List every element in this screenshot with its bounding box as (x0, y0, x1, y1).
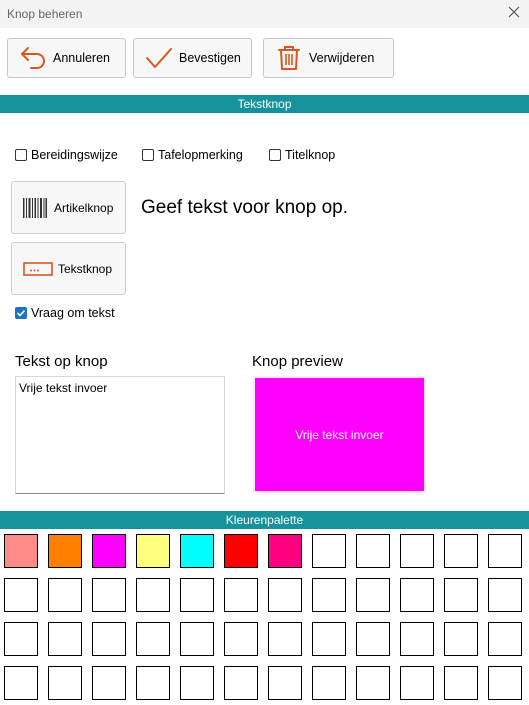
text-button-section-header: Tekstknop (0, 95, 529, 113)
title-button-label: Titelknop (285, 148, 336, 162)
title-button-checkbox-box[interactable] (269, 149, 281, 161)
color-swatch[interactable] (312, 578, 346, 612)
color-swatch[interactable] (312, 666, 346, 700)
color-swatch[interactable] (356, 578, 390, 612)
ask-text-label: Vraag om tekst (31, 306, 115, 320)
color-swatch[interactable] (4, 578, 38, 612)
color-swatch[interactable] (488, 534, 522, 568)
color-swatch[interactable] (48, 666, 82, 700)
preparation-checkbox-box[interactable] (15, 149, 27, 161)
color-swatch[interactable] (400, 666, 434, 700)
cancel-button[interactable]: Annuleren (7, 38, 126, 78)
color-swatch[interactable] (400, 534, 434, 568)
color-swatch[interactable] (268, 622, 302, 656)
cancel-label: Annuleren (53, 51, 110, 65)
color-swatch[interactable] (180, 622, 214, 656)
color-swatch[interactable] (224, 534, 258, 568)
color-swatch[interactable] (48, 578, 82, 612)
preview-heading: Knop preview (252, 353, 343, 370)
color-swatch[interactable] (444, 534, 478, 568)
text-button-type[interactable]: Tekstknop (11, 242, 126, 295)
ask-text-checkbox[interactable]: Vraag om tekst (15, 306, 115, 320)
preparation-label: Bereidingswijze (31, 148, 118, 162)
color-swatch[interactable] (488, 622, 522, 656)
color-swatch[interactable] (268, 666, 302, 700)
table-marker-checkbox-box[interactable] (142, 149, 154, 161)
window-title: Knop beheren (7, 7, 83, 21)
color-swatch[interactable] (136, 534, 170, 568)
text-button-label: Tekstknop (58, 261, 113, 276)
color-swatch[interactable] (136, 578, 170, 612)
color-swatch[interactable] (92, 534, 126, 568)
color-swatch[interactable] (312, 534, 346, 568)
barcode-icon (23, 197, 47, 218)
color-swatch[interactable] (400, 578, 434, 612)
button-preview-text: Vrije tekst invoer (295, 427, 384, 442)
color-swatch[interactable] (224, 666, 258, 700)
color-swatch[interactable] (224, 578, 258, 612)
table-marker-label: Tafelopmerking (158, 148, 243, 162)
button-preview: Vrije tekst invoer (253, 376, 426, 493)
color-swatch[interactable] (268, 578, 302, 612)
color-swatch[interactable] (92, 666, 126, 700)
color-swatch[interactable] (444, 578, 478, 612)
preparation-checkbox[interactable]: Bereidingswijze (15, 148, 118, 162)
title-bar: Knop beheren (0, 0, 529, 28)
color-swatch[interactable] (48, 534, 82, 568)
text-on-button-heading: Tekst op knop (15, 353, 108, 370)
color-swatch[interactable] (180, 534, 214, 568)
color-swatch[interactable] (356, 534, 390, 568)
color-swatch[interactable] (180, 666, 214, 700)
color-swatch[interactable] (356, 666, 390, 700)
color-swatch[interactable] (224, 622, 258, 656)
color-swatch[interactable] (444, 666, 478, 700)
color-swatch[interactable] (356, 622, 390, 656)
palette-section-header: Kleurenpalette (0, 511, 529, 529)
color-swatch[interactable] (4, 534, 38, 568)
article-button-type[interactable]: Artikelknop (11, 181, 126, 234)
close-icon[interactable] (507, 5, 521, 19)
article-button-label: Artikelknop (54, 200, 114, 215)
undo-arrow-icon (18, 43, 48, 73)
color-swatch[interactable] (180, 578, 214, 612)
confirm-label: Bevestigen (179, 51, 241, 65)
color-swatch[interactable] (444, 622, 478, 656)
color-swatch[interactable] (92, 622, 126, 656)
title-button-checkbox[interactable]: Titelknop (269, 148, 335, 162)
color-swatch[interactable] (48, 622, 82, 656)
checkmark-icon (144, 43, 174, 73)
color-swatch[interactable] (4, 622, 38, 656)
text-box-icon (23, 261, 53, 276)
color-swatch[interactable] (4, 666, 38, 700)
color-swatch[interactable] (268, 534, 302, 568)
color-swatch[interactable] (312, 622, 346, 656)
delete-label: Verwijderen (309, 51, 375, 65)
button-text-input[interactable]: Vrije tekst invoer (15, 376, 225, 494)
delete-button[interactable]: Verwijderen (263, 38, 394, 78)
color-swatch[interactable] (400, 622, 434, 656)
checkmark-icon (16, 309, 26, 317)
confirm-button[interactable]: Bevestigen (133, 38, 252, 78)
ask-text-checkbox-box[interactable] (15, 307, 27, 319)
table-marker-checkbox[interactable]: Tafelopmerking (142, 148, 243, 162)
color-swatch[interactable] (488, 666, 522, 700)
color-swatch[interactable] (92, 578, 126, 612)
color-swatch[interactable] (136, 666, 170, 700)
color-swatch[interactable] (488, 578, 522, 612)
color-swatch[interactable] (136, 622, 170, 656)
instruction-text: Geef tekst voor knop op. (141, 197, 349, 218)
trash-icon (274, 43, 304, 73)
